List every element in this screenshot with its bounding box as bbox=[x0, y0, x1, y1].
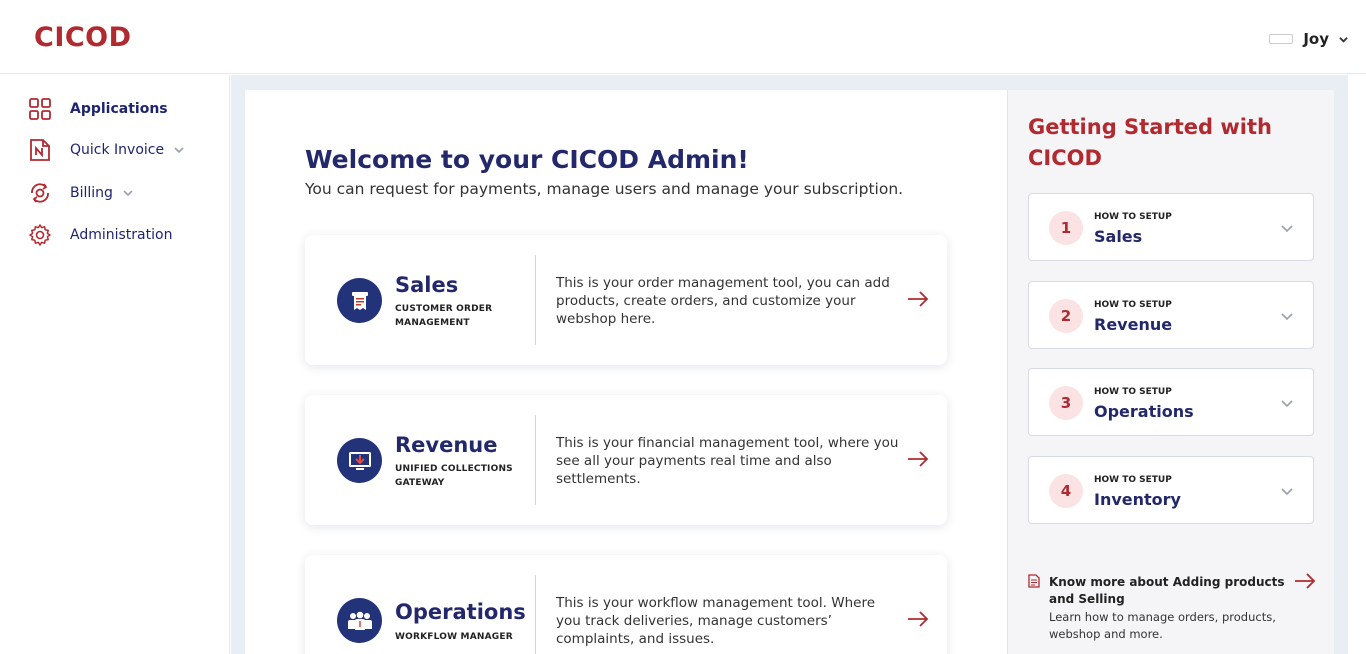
sidebar-item-label: Quick Invoice bbox=[70, 142, 165, 158]
arrow-right-icon[interactable] bbox=[907, 610, 929, 628]
app-card-sales[interactable]: Sales CUSTOMER ORDER MANAGEMENT This is … bbox=[305, 235, 947, 365]
sidebar-item-label: Administration bbox=[70, 227, 173, 243]
team-icon bbox=[337, 598, 382, 643]
card-title: Operations bbox=[395, 600, 526, 624]
arrow-right-icon[interactable] bbox=[907, 290, 929, 308]
setup-step-operations[interactable]: 3 HOW TO SETUP Operations bbox=[1028, 368, 1314, 436]
card-divider bbox=[535, 575, 536, 654]
card-title: Sales bbox=[395, 273, 459, 297]
chevron-down-icon[interactable] bbox=[174, 145, 184, 155]
card-description: This is your order management tool, you … bbox=[556, 275, 890, 327]
billing-icon bbox=[28, 181, 52, 205]
getting-started-title: Getting Started with CICOD bbox=[1028, 115, 1272, 170]
invoice-icon bbox=[28, 138, 52, 162]
app-card-revenue[interactable]: Revenue UNIFIED COLLECTIONS GATEWAY This… bbox=[305, 395, 947, 525]
chevron-down-icon[interactable] bbox=[1339, 35, 1348, 44]
card-title: Revenue bbox=[395, 433, 498, 457]
step-number: 3 bbox=[1049, 386, 1083, 420]
app-card-operations[interactable]: Operations WORKFLOW MANAGER This is your… bbox=[305, 555, 947, 654]
setup-step-sales[interactable]: 1 HOW TO SETUP Sales bbox=[1028, 193, 1314, 261]
receipt-icon bbox=[337, 278, 382, 323]
step-prefix: HOW TO SETUP bbox=[1094, 387, 1172, 397]
setup-step-inventory[interactable]: 4 HOW TO SETUP Inventory bbox=[1028, 456, 1314, 524]
page-title: Welcome to your CICOD Admin! bbox=[305, 145, 749, 174]
step-title: Revenue bbox=[1094, 315, 1173, 334]
getting-started-panel: Getting Started with CICOD 1 HOW TO SETU… bbox=[1007, 90, 1334, 654]
page-subtitle: You can request for payments, manage use… bbox=[305, 180, 904, 198]
top-bar: CICOD Joy bbox=[0, 0, 1366, 74]
chevron-down-icon[interactable] bbox=[123, 188, 133, 198]
card-divider bbox=[535, 415, 536, 505]
chevron-down-icon[interactable] bbox=[1281, 485, 1293, 497]
sidebar-item-applications[interactable]: Applications bbox=[28, 97, 168, 121]
step-prefix: HOW TO SETUP bbox=[1094, 475, 1172, 485]
scrollbar[interactable] bbox=[1348, 75, 1366, 654]
know-more-description: Learn how to manage orders, products, we… bbox=[1049, 610, 1276, 641]
document-icon bbox=[1028, 574, 1040, 588]
step-title: Inventory bbox=[1094, 490, 1181, 509]
chevron-down-icon[interactable] bbox=[1281, 222, 1293, 234]
sidebar-item-administration[interactable]: Administration bbox=[28, 223, 172, 247]
avatar bbox=[1269, 34, 1294, 44]
monitor-download-icon bbox=[337, 438, 382, 483]
step-prefix: HOW TO SETUP bbox=[1094, 300, 1172, 310]
step-number: 4 bbox=[1049, 474, 1083, 508]
sidebar: Applications Quick Invoice Billing Admin… bbox=[0, 75, 230, 654]
chevron-down-icon[interactable] bbox=[1281, 397, 1293, 409]
chevron-down-icon[interactable] bbox=[1281, 310, 1293, 322]
setup-step-revenue[interactable]: 2 HOW TO SETUP Revenue bbox=[1028, 281, 1314, 349]
user-menu[interactable]: Joy bbox=[1269, 30, 1348, 48]
gear-icon bbox=[28, 223, 52, 247]
step-number: 1 bbox=[1049, 211, 1083, 245]
grid-icon bbox=[28, 97, 52, 121]
sidebar-item-label: Billing bbox=[70, 185, 113, 201]
arrow-right-icon[interactable] bbox=[1294, 572, 1316, 590]
step-number: 2 bbox=[1049, 299, 1083, 333]
card-divider bbox=[535, 255, 536, 345]
applications-panel: Welcome to your CICOD Admin! You can req… bbox=[245, 90, 1007, 654]
arrow-right-icon[interactable] bbox=[907, 450, 929, 468]
sidebar-item-billing[interactable]: Billing bbox=[28, 181, 133, 205]
sidebar-item-label: Applications bbox=[70, 101, 168, 117]
step-title: Sales bbox=[1094, 227, 1143, 246]
card-subtitle: WORKFLOW MANAGER bbox=[395, 632, 513, 642]
card-subtitle: CUSTOMER ORDER MANAGEMENT bbox=[395, 304, 493, 328]
step-prefix: HOW TO SETUP bbox=[1094, 212, 1172, 222]
card-description: This is your financial management tool, … bbox=[556, 435, 899, 487]
sidebar-item-quick-invoice[interactable]: Quick Invoice bbox=[28, 138, 184, 162]
step-title: Operations bbox=[1094, 402, 1194, 421]
know-more-title[interactable]: Know more about Adding products and Sell… bbox=[1049, 574, 1289, 608]
user-name[interactable]: Joy bbox=[1303, 30, 1329, 48]
card-subtitle: UNIFIED COLLECTIONS GATEWAY bbox=[395, 464, 513, 488]
card-description: This is your workflow management tool. W… bbox=[556, 595, 876, 647]
cicod-logo[interactable]: CICOD bbox=[34, 22, 132, 53]
